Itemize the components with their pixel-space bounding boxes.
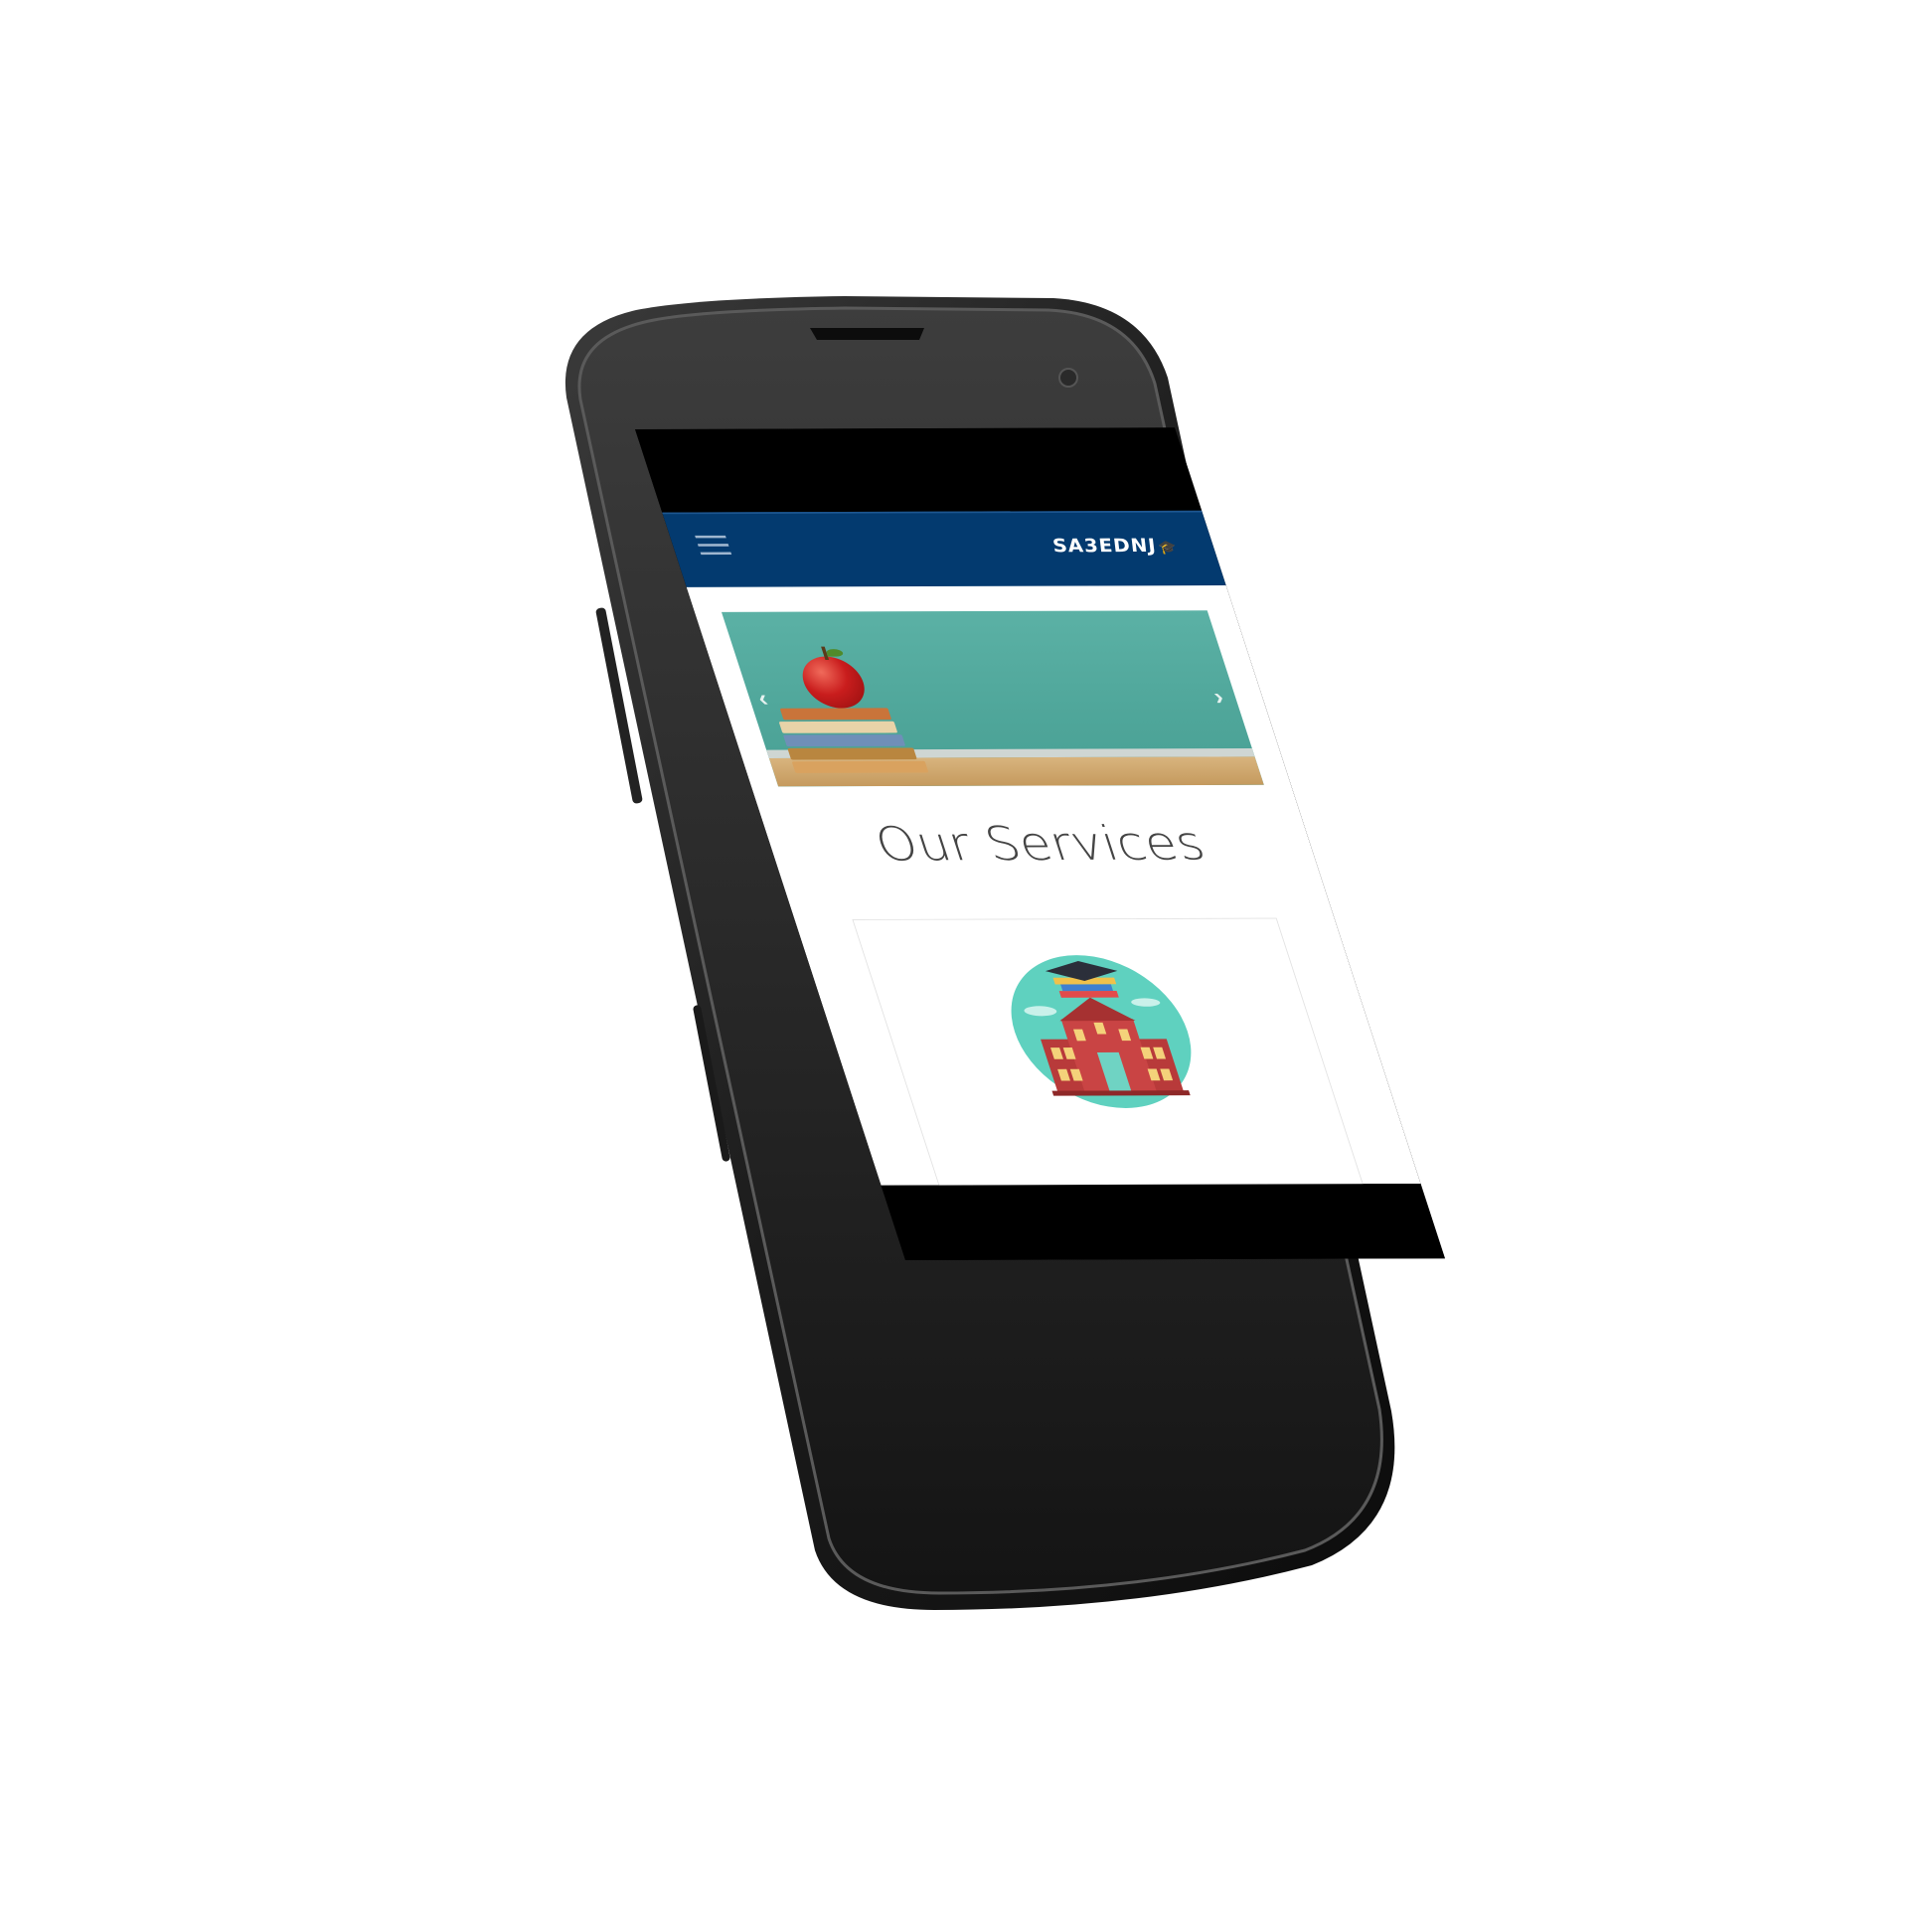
chevron-left-icon[interactable]: ‹: [754, 685, 771, 712]
service-card[interactable]: [852, 917, 1367, 1196]
front-camera-icon: [1058, 368, 1078, 388]
hero-carousel[interactable]: ‹ ›: [721, 610, 1264, 787]
school-building-icon: [1011, 955, 1192, 1108]
book-stack-illustration: [774, 708, 931, 774]
hamburger-menu-icon[interactable]: [695, 535, 732, 558]
app-header: SA3EDNJ🎓: [662, 510, 1227, 589]
brand-logo[interactable]: SA3EDNJ🎓: [1049, 536, 1181, 557]
status-bar: [635, 427, 1203, 513]
graduation-cap-icon: 🎓: [1156, 539, 1181, 556]
brand-name: SA3EDNJ: [1049, 536, 1161, 558]
apple-leaf: [825, 649, 845, 657]
earpiece-slot: [810, 328, 924, 340]
stage: SA3EDNJ🎓 ‹ › Our Services: [0, 0, 1932, 1932]
navigation-bar: [881, 1183, 1445, 1260]
chevron-right-icon[interactable]: ›: [1210, 684, 1227, 711]
services-heading: Our Services: [868, 816, 1212, 873]
apple-illustration: [795, 656, 873, 709]
